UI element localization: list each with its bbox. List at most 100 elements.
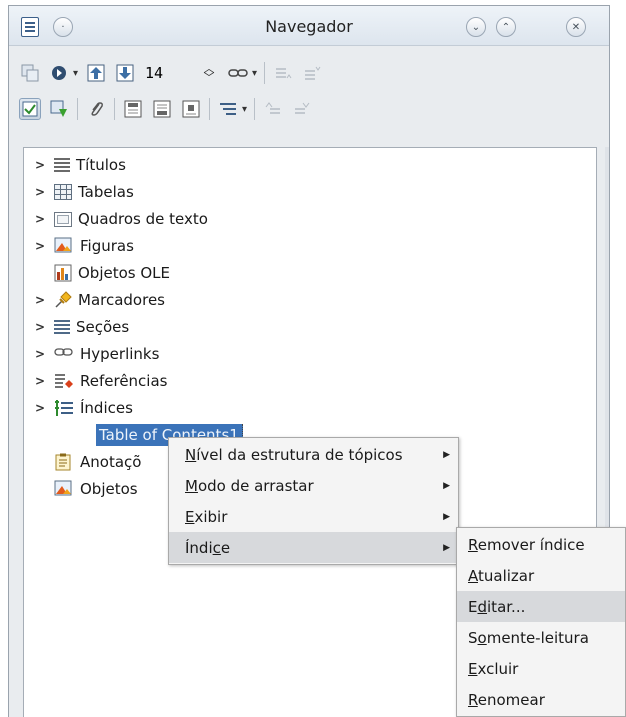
tree-item-indexes[interactable]: > Índices bbox=[24, 395, 133, 421]
toolbar-separator bbox=[254, 98, 256, 120]
window-title: Navegador bbox=[265, 17, 353, 36]
menu-item-outline-level[interactable]: Nível da estrutura de tópicos ▶ bbox=[169, 439, 458, 470]
tree-item-label: Índices bbox=[80, 399, 133, 417]
expand-icon[interactable]: > bbox=[32, 374, 48, 388]
tree-item-label: Títulos bbox=[76, 156, 126, 174]
submenu-arrow-icon: ▶ bbox=[443, 511, 450, 522]
context-menu: Nível da estrutura de tópicos ▶ Modo de … bbox=[168, 437, 459, 565]
close-icon[interactable]: ✕ bbox=[566, 17, 586, 37]
tree-item-label: Hyperlinks bbox=[80, 345, 160, 363]
navigation-icon[interactable] bbox=[48, 62, 70, 84]
menu-item-drag-mode[interactable]: Modo de arrastar ▶ bbox=[169, 470, 458, 501]
tree-item-label: Tabelas bbox=[78, 183, 134, 201]
expand-icon[interactable]: > bbox=[32, 239, 48, 253]
tree-item-text-frames[interactable]: > Quadros de texto bbox=[24, 206, 208, 232]
tree-item-drawing-objects[interactable]: Objetos bbox=[24, 476, 138, 502]
navigator-toolbar-1: ▾ ︿﹀ ▾ bbox=[19, 57, 323, 89]
chapter-up-icon[interactable] bbox=[262, 98, 284, 120]
paperclip-icon[interactable] bbox=[85, 98, 107, 120]
menu-item-label: Editar... bbox=[468, 597, 526, 616]
menu-item-read-only[interactable]: Somente-leitura bbox=[457, 622, 625, 653]
heading-levels-icon[interactable] bbox=[217, 98, 239, 120]
drawing-object-icon bbox=[54, 480, 74, 498]
table-icon bbox=[54, 184, 72, 200]
demote-level-icon[interactable] bbox=[301, 62, 323, 84]
tree-item-ole-objects[interactable]: Objetos OLE bbox=[24, 260, 170, 286]
menu-item-label: Índice bbox=[185, 538, 231, 557]
menu-item-delete[interactable]: Excluir bbox=[457, 653, 625, 684]
next-icon[interactable] bbox=[114, 62, 136, 84]
header-icon[interactable] bbox=[122, 98, 144, 120]
hyperlink-icon bbox=[54, 345, 74, 363]
toolbar-separator bbox=[77, 98, 78, 120]
expand-icon[interactable]: > bbox=[32, 293, 48, 307]
maximize-icon[interactable]: ⌃ bbox=[496, 17, 516, 37]
chapter-down-icon[interactable] bbox=[291, 98, 313, 120]
menu-item-label: Excluir bbox=[468, 659, 519, 678]
navigator-toolbar-2: ▾ bbox=[19, 93, 313, 125]
menu-item-rename[interactable]: Renomear bbox=[457, 684, 625, 715]
menu-item-label: Exibir bbox=[185, 507, 228, 526]
menu-item-label: Somente-leitura bbox=[468, 628, 589, 647]
headings-icon bbox=[54, 157, 70, 174]
menu-item-index[interactable]: Índice ▶ bbox=[169, 532, 458, 563]
expand-icon[interactable]: > bbox=[32, 158, 48, 172]
tree-item-label: Quadros de texto bbox=[78, 210, 208, 228]
tree-item-label: Objetos bbox=[80, 480, 138, 498]
text-frame-icon bbox=[54, 211, 72, 227]
drag-mode-icon[interactable] bbox=[227, 62, 249, 84]
submenu-arrow-icon: ▶ bbox=[443, 542, 450, 553]
tree-item-bookmarks[interactable]: > Marcadores bbox=[24, 287, 165, 313]
tree-item-tables[interactable]: > Tabelas bbox=[24, 179, 134, 205]
menu-item-label: Atualizar bbox=[468, 566, 535, 585]
menu-item-update[interactable]: Atualizar bbox=[457, 560, 625, 591]
tree-item-sections[interactable]: > Seções bbox=[24, 314, 129, 340]
menu-item-label: Renomear bbox=[468, 690, 545, 709]
promote-level-icon[interactable] bbox=[272, 62, 294, 84]
title-bar[interactable]: · Navegador ⌄ ⌃ ✕ bbox=[9, 6, 609, 46]
expand-icon[interactable]: > bbox=[32, 212, 48, 226]
tree-item-label: Figuras bbox=[80, 237, 134, 255]
tree-item-comments[interactable]: Anotaçõ bbox=[24, 449, 141, 475]
set-reminder-icon[interactable] bbox=[48, 98, 70, 120]
previous-icon[interactable] bbox=[85, 62, 107, 84]
tree-item-label: Referências bbox=[80, 372, 168, 390]
navigation-dropdown-icon[interactable]: ▾ bbox=[73, 68, 78, 79]
content-view-icon[interactable] bbox=[19, 98, 41, 120]
submenu-arrow-icon: ▶ bbox=[443, 480, 450, 491]
anchor-icon[interactable] bbox=[180, 98, 202, 120]
menu-item-label: Nível da estrutura de tópicos bbox=[185, 445, 403, 464]
spin-buttons-icon[interactable]: ︿ ﹀ bbox=[198, 62, 220, 84]
tree-item-images[interactable]: > Figuras bbox=[24, 233, 134, 259]
bookmark-icon bbox=[54, 291, 72, 309]
tree-item-headings[interactable]: > Títulos bbox=[24, 152, 126, 178]
menu-item-display[interactable]: Exibir ▶ bbox=[169, 501, 458, 532]
expand-icon[interactable]: > bbox=[32, 185, 48, 199]
index-icon bbox=[54, 399, 74, 417]
tree-item-references[interactable]: > Referências bbox=[24, 368, 168, 394]
index-submenu: Remover índice Atualizar Editar... Somen… bbox=[456, 527, 626, 717]
reference-icon bbox=[54, 372, 74, 390]
expand-icon[interactable]: > bbox=[32, 401, 48, 415]
page-number-input[interactable] bbox=[143, 60, 192, 86]
menu-item-remove-index[interactable]: Remover índice bbox=[457, 529, 625, 560]
drag-mode-dropdown-icon[interactable]: ▾ bbox=[252, 68, 257, 79]
menu-item-edit[interactable]: Editar... bbox=[457, 591, 625, 622]
submenu-arrow-icon: ▶ bbox=[443, 449, 450, 460]
menu-item-label: Modo de arrastar bbox=[185, 476, 314, 495]
heading-levels-dropdown-icon[interactable]: ▾ bbox=[242, 104, 247, 115]
footer-icon[interactable] bbox=[151, 98, 173, 120]
tree-item-label: Seções bbox=[76, 318, 130, 336]
minimize-icon[interactable]: ⌄ bbox=[466, 17, 486, 37]
expand-icon[interactable]: > bbox=[32, 320, 48, 334]
expand-icon[interactable]: > bbox=[32, 347, 48, 361]
section-icon bbox=[54, 319, 70, 336]
comment-icon bbox=[54, 453, 74, 471]
tree-item-hyperlinks[interactable]: > Hyperlinks bbox=[24, 341, 159, 367]
toolbar-separator bbox=[209, 98, 210, 120]
tree-item-label: Marcadores bbox=[78, 291, 165, 309]
ole-object-icon bbox=[54, 264, 72, 282]
toggle-icon[interactable] bbox=[19, 62, 41, 84]
toolbar-separator bbox=[264, 62, 266, 84]
image-icon bbox=[54, 237, 74, 255]
